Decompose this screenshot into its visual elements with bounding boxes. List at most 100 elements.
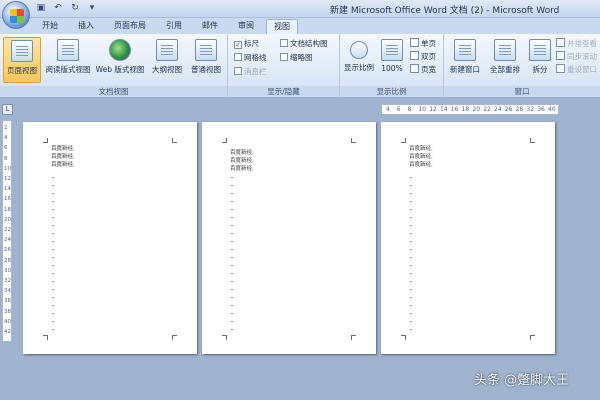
zoom-button[interactable]: 显示比例: [342, 37, 376, 83]
text-line: 百度新经,: [51, 146, 75, 152]
save-icon[interactable]: ▣: [34, 2, 48, 15]
text-line: 百度新经,: [409, 162, 433, 168]
magnifier-icon: [350, 41, 368, 59]
two-pages-button[interactable]: 双页: [410, 51, 436, 62]
print-layout-icon: [11, 40, 33, 62]
web-layout-button[interactable]: Web 版式视图: [94, 37, 146, 83]
ruler-tick: 2: [4, 125, 8, 131]
ruler-tick: 8: [4, 155, 8, 162]
sync-scroll-icon: [556, 51, 565, 60]
redo-icon[interactable]: ↻: [68, 2, 82, 15]
ruler-tick: 24: [494, 106, 502, 113]
page-width-icon: [410, 64, 419, 73]
paragraph-marks: [231, 170, 233, 330]
tab-view[interactable]: 视图: [266, 19, 298, 34]
vertical-ruler[interactable]: 2 4 6 8 10 12 14 16 18 20 22 24 26 28 30 32 34 36 38 40 42: [2, 120, 12, 342]
qat-dropdown-icon[interactable]: ▾: [85, 2, 99, 15]
draft-icon: [195, 39, 217, 61]
document-map-checkbox[interactable]: 文档结构图: [280, 38, 328, 49]
text-line: 百度新经,: [230, 150, 254, 156]
watermark: 头条 @蹩脚大王: [474, 373, 570, 388]
text-line: 百度新经,: [51, 154, 75, 160]
ruler-tick: 14: [440, 106, 448, 113]
one-page-button[interactable]: 单页: [410, 38, 436, 49]
ruler-tick: 38: [4, 308, 11, 315]
new-window-icon: [454, 39, 476, 61]
reading-layout-icon: [57, 39, 79, 61]
message-bar-checkbox[interactable]: 消息栏: [234, 66, 267, 77]
ribbon-tabs: 开始 插入 页面布局 引用 邮件 审阅 视图: [0, 18, 600, 34]
ruler-tick: 10: [418, 106, 427, 113]
print-layout-button[interactable]: 页面视图: [3, 37, 41, 83]
ruler-tick: 4: [386, 106, 390, 113]
ruler-tick: 16: [450, 106, 459, 113]
ruler-tick: 24: [4, 237, 11, 244]
office-logo-icon: [10, 9, 24, 23]
document-page[interactable]: 百度新经, 百度新经, 百度新经,: [381, 122, 555, 354]
split-button[interactable]: 拆分: [528, 37, 552, 83]
synchronous-scrolling-button[interactable]: 同步滚动: [556, 51, 597, 62]
two-pages-icon: [410, 51, 419, 60]
ruler-tick: 32: [526, 106, 535, 113]
paragraph-marks: [52, 170, 54, 330]
office-button[interactable]: [2, 1, 30, 29]
horizontal-ruler[interactable]: 4 6 8 10 12 14 16 18 20 22 24 26 28 32 36 40: [381, 104, 559, 115]
ruler-tick: 32: [4, 278, 11, 284]
ruler-tick: 36: [537, 106, 545, 113]
group-show-hide: ✓ 标尺 网格线 消息栏 文档结构图 缩略图 显示/隐藏: [228, 34, 340, 98]
ruler-tick: 22: [4, 227, 11, 233]
thumbnails-checkbox[interactable]: 缩略图: [280, 52, 313, 63]
arrange-all-icon: [494, 39, 516, 61]
ruler-checkbox[interactable]: ✓ 标尺: [234, 38, 259, 49]
group-document-views: 页面视图 阅读版式视图 Web 版式视图 大纲视图 普通视图 文档视图: [0, 34, 228, 98]
draft-button[interactable]: 普通视图: [188, 37, 224, 83]
window-title: 新建 Microsoft Office Word 文档 (2) - Micros…: [330, 6, 560, 16]
tab-home[interactable]: 开始: [36, 19, 64, 34]
group-zoom: 显示比例 100% 单页 双页 页宽 显示比例: [340, 34, 444, 98]
tab-page-layout[interactable]: 页面布局: [108, 19, 152, 34]
text-line: 百度新经,: [230, 158, 254, 164]
group-label-show-hide: 显示/隐藏: [228, 86, 339, 97]
tab-references[interactable]: 引用: [160, 19, 188, 34]
text-line: 百度新经,: [230, 166, 254, 172]
ruler-tick: 10: [4, 165, 11, 172]
document-page[interactable]: 百度新经, 百度新经, 百度新经,: [202, 122, 376, 354]
ruler-tick: 18: [4, 206, 11, 213]
ruler-tick: 12: [429, 106, 437, 113]
tab-mailings[interactable]: 邮件: [196, 19, 224, 34]
tab-stop-selector[interactable]: L: [2, 104, 13, 115]
tab-insert[interactable]: 插入: [72, 19, 100, 34]
ruler-tick: 6: [396, 106, 401, 113]
tab-review[interactable]: 审阅: [232, 19, 260, 34]
view-side-by-side-button[interactable]: 并排查看: [556, 38, 597, 49]
ruler-tick: 8: [407, 106, 412, 113]
title-bar: ▣ ↶ ↻ ▾ 新建 Microsoft Office Word 文档 (2) …: [0, 0, 600, 29]
ruler-tick: 22: [483, 106, 491, 113]
reset-window-position-button[interactable]: 重设窗口: [556, 64, 597, 75]
ruler-tick: 40: [548, 106, 556, 113]
full-screen-reading-button[interactable]: 阅读版式视图: [44, 37, 92, 83]
text-line: 百度新经,: [409, 146, 433, 152]
ruler-tick: 26: [504, 106, 513, 113]
group-label-document-views: 文档视图: [0, 86, 227, 97]
undo-icon[interactable]: ↶: [51, 2, 65, 15]
group-label-zoom: 显示比例: [340, 86, 443, 97]
quick-access-toolbar: ▣ ↶ ↻ ▾: [34, 2, 99, 15]
ruler-tick: 16: [4, 196, 11, 203]
outline-button[interactable]: 大纲视图: [149, 37, 185, 83]
ruler-tick: 30: [4, 267, 11, 274]
arrange-all-button[interactable]: 全部重排: [486, 37, 524, 83]
ruler-tick: 20: [472, 106, 481, 113]
ruler-tick: 26: [4, 247, 11, 254]
ruler-tick: 4: [4, 135, 8, 142]
ruler-tick: 40: [4, 318, 11, 325]
document-page[interactable]: 百度新经, 百度新经, 百度新经,: [23, 122, 197, 354]
new-window-button[interactable]: 新建窗口: [448, 37, 482, 83]
zoom-100-button[interactable]: 100%: [378, 37, 406, 83]
gridlines-checkbox[interactable]: 网格线: [234, 52, 267, 63]
ruler-tick: 28: [4, 257, 11, 264]
outline-icon: [156, 39, 178, 61]
paragraph-marks: [410, 170, 412, 330]
page-width-button[interactable]: 页宽: [410, 64, 436, 75]
ruler-tick: 14: [4, 186, 11, 193]
